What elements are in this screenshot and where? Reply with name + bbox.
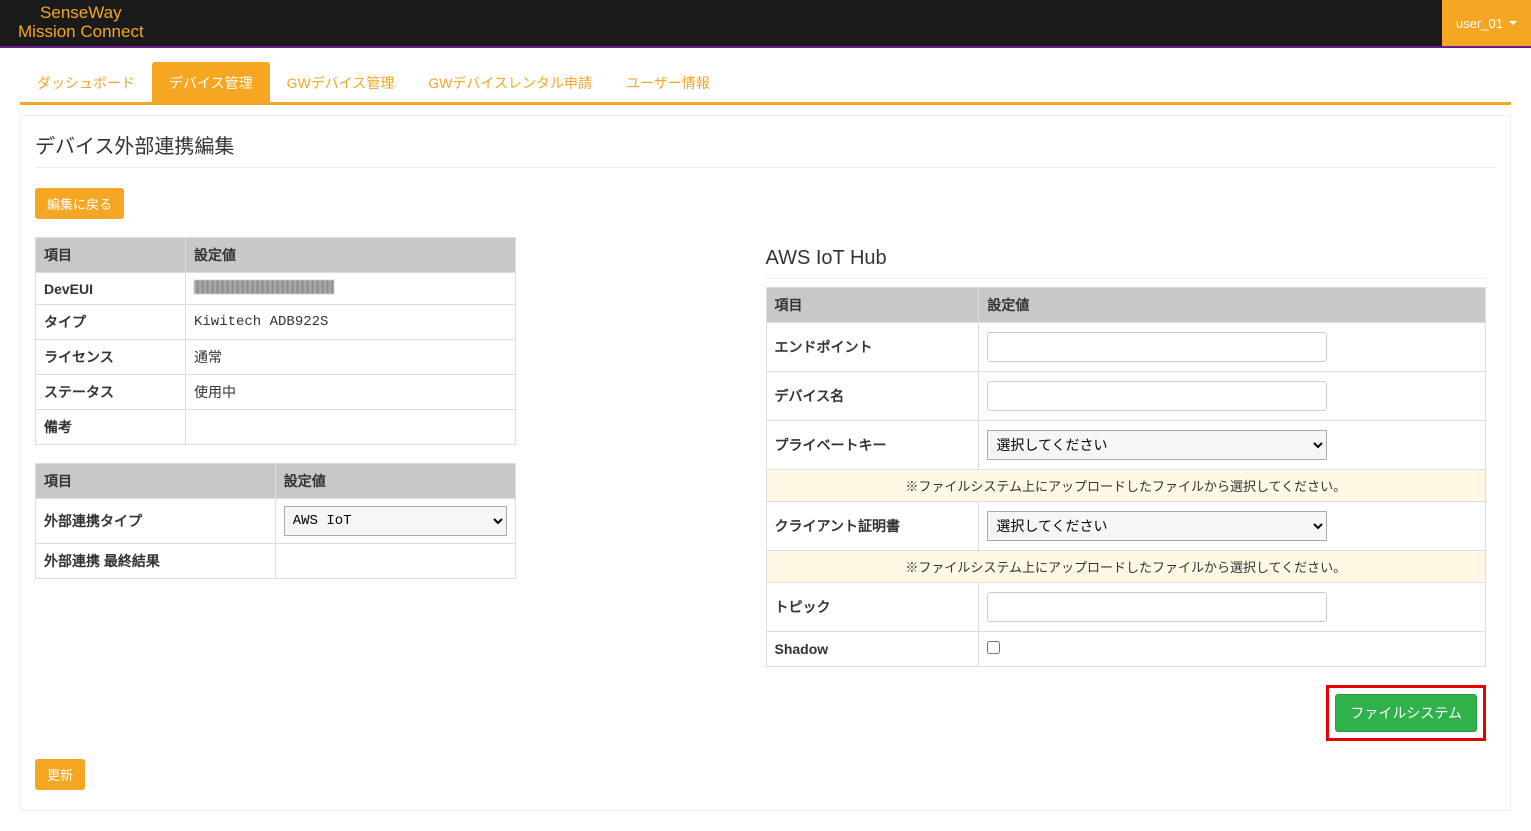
main-panel: デバイス外部連携編集 編集に戻る 項目 設定値 DevEUI タイプ Kiw bbox=[20, 115, 1511, 811]
top-header: SenseWay Mission Connect user_01 bbox=[0, 0, 1531, 48]
shadow-checkbox[interactable] bbox=[987, 641, 1000, 654]
license-value: 通常 bbox=[186, 340, 516, 375]
deveui-blurred bbox=[194, 280, 334, 294]
deveui-label: DevEUI bbox=[36, 273, 186, 305]
th-item: 項目 bbox=[36, 238, 186, 273]
tab-user-info[interactable]: ユーザー情報 bbox=[609, 62, 727, 103]
topic-input[interactable] bbox=[987, 592, 1327, 622]
clientcert-select[interactable]: 選択してください bbox=[987, 511, 1327, 541]
status-label: ステータス bbox=[36, 375, 186, 410]
devicename-input[interactable] bbox=[987, 381, 1327, 411]
aws-th-value: 設定値 bbox=[979, 288, 1486, 323]
logo-line-1: SenseWay bbox=[18, 4, 144, 23]
endpoint-label: エンドポイント bbox=[766, 323, 979, 372]
clientcert-note: ※ファイルシステム上にアップロードしたファイルから選択してください。 bbox=[766, 551, 1486, 583]
ext-type-select[interactable]: AWS IoT bbox=[284, 506, 507, 536]
page-title: デバイス外部連携編集 bbox=[35, 130, 1496, 168]
tab-gw-rental[interactable]: GWデバイスレンタル申請 bbox=[411, 62, 609, 103]
ext-link-table: 項目 設定値 外部連携タイプ AWS IoT 外部連携 最終結果 bbox=[35, 463, 516, 579]
user-label: user_01 bbox=[1456, 16, 1503, 31]
tab-device-mgmt[interactable]: デバイス管理 bbox=[152, 62, 270, 103]
privkey-note: ※ファイルシステム上にアップロードしたファイルから選択してください。 bbox=[766, 470, 1486, 502]
deveui-value bbox=[186, 273, 516, 305]
license-label: ライセンス bbox=[36, 340, 186, 375]
endpoint-input[interactable] bbox=[987, 332, 1327, 362]
chevron-down-icon bbox=[1509, 21, 1517, 25]
ext-type-cell: AWS IoT bbox=[275, 499, 515, 544]
tab-gw-device-mgmt[interactable]: GWデバイス管理 bbox=[270, 62, 412, 103]
filesystem-button[interactable]: ファイルシステム bbox=[1335, 694, 1477, 732]
tabs: ダッシュボード デバイス管理 GWデバイス管理 GWデバイスレンタル申請 ユーザ… bbox=[20, 62, 1511, 105]
ext-result-value bbox=[275, 544, 515, 579]
left-column: 項目 設定値 DevEUI タイプ Kiwitech ADB922S ライセンス… bbox=[35, 237, 766, 741]
back-button[interactable]: 編集に戻る bbox=[35, 188, 124, 219]
type-value: Kiwitech ADB922S bbox=[186, 305, 516, 340]
privkey-select[interactable]: 選択してください bbox=[987, 430, 1327, 460]
aws-th-item: 項目 bbox=[766, 288, 979, 323]
shadow-label: Shadow bbox=[766, 632, 979, 667]
ext-type-label: 外部連携タイプ bbox=[36, 499, 276, 544]
user-menu[interactable]: user_01 bbox=[1442, 0, 1531, 46]
aws-heading: AWS IoT Hub bbox=[766, 247, 1487, 279]
logo: SenseWay Mission Connect bbox=[0, 0, 144, 46]
th-item-2: 項目 bbox=[36, 464, 276, 499]
device-info-table: 項目 設定値 DevEUI タイプ Kiwitech ADB922S ライセンス… bbox=[35, 237, 516, 445]
th-value-2: 設定値 bbox=[275, 464, 515, 499]
ext-result-label: 外部連携 最終結果 bbox=[36, 544, 276, 579]
topic-label: トピック bbox=[766, 583, 979, 632]
filesystem-highlight: ファイルシステム bbox=[1326, 685, 1486, 741]
tab-dashboard[interactable]: ダッシュボード bbox=[20, 62, 152, 103]
logo-line-2: Mission Connect bbox=[18, 23, 144, 42]
note-label: 備考 bbox=[36, 410, 186, 445]
clientcert-label: クライアント証明書 bbox=[766, 502, 979, 551]
update-button[interactable]: 更新 bbox=[35, 759, 85, 790]
type-label: タイプ bbox=[36, 305, 186, 340]
aws-config-table: 項目 設定値 エンドポイント デバイス名 プライベートキー bbox=[766, 287, 1487, 667]
privkey-label: プライベートキー bbox=[766, 421, 979, 470]
devicename-label: デバイス名 bbox=[766, 372, 979, 421]
right-column: AWS IoT Hub 項目 設定値 エンドポイント デバイス名 bbox=[766, 237, 1497, 741]
note-value bbox=[186, 410, 516, 445]
status-value: 使用中 bbox=[186, 375, 516, 410]
th-value: 設定値 bbox=[186, 238, 516, 273]
